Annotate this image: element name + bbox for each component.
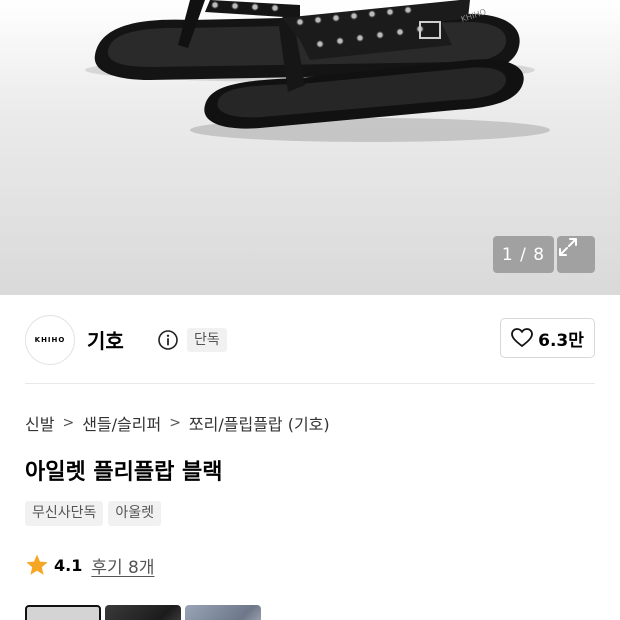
product-tag: 무신사단독	[25, 501, 104, 526]
breadcrumb-item[interactable]: 신발	[25, 411, 54, 435]
product-title: 아일렛 플리플랍 블랙	[25, 460, 223, 485]
breadcrumb-item[interactable]: 샌들/슬리퍼	[82, 411, 161, 435]
exclusive-badge: 단독	[187, 328, 227, 352]
thumbnail-2[interactable]	[105, 605, 181, 620]
breadcrumb-item[interactable]: 쪼리/플립플랍 (기호)	[189, 411, 330, 435]
divider	[25, 383, 595, 384]
brand-row: KHIHO 기호 단독 6.3만	[25, 315, 595, 365]
expand-button[interactable]	[557, 236, 595, 273]
breadcrumb: 신발 > 샌들/슬리퍼 > 쪼리/플립플랍 (기호)	[25, 411, 330, 435]
chevron-right-icon: >	[62, 415, 75, 431]
star-icon	[26, 554, 48, 575]
image-counter: 1 / 8	[493, 236, 554, 273]
heart-outline-icon	[511, 328, 534, 347]
product-page: KHIHO 1 / 8 KHIHO 기호 단독 6.3만 신발 > 샌들/슬리퍼…	[0, 0, 620, 620]
product-image-gallery[interactable]: KHIHO 1 / 8	[0, 0, 620, 295]
expand-icon	[559, 238, 577, 256]
brand-logo[interactable]: KHIHO	[25, 315, 75, 365]
brand-logo-text: KHIHO	[34, 336, 66, 344]
rating-row: 4.1 후기 8개	[25, 552, 154, 578]
like-count: 6.3만	[538, 330, 584, 351]
thumbnail-1[interactable]	[25, 605, 101, 620]
product-tag: 아울렛	[108, 501, 162, 526]
rating-value: 4.1	[54, 555, 83, 575]
thumbnail-3[interactable]	[185, 605, 261, 620]
review-count-link[interactable]: 후기 8개	[91, 553, 154, 578]
product-tags: 무신사단독 아울렛	[25, 501, 162, 526]
thumbnail-strip	[25, 605, 261, 620]
info-icon[interactable]	[157, 329, 179, 351]
like-button[interactable]: 6.3만	[500, 318, 595, 358]
brand-name[interactable]: 기호	[87, 325, 124, 354]
chevron-right-icon: >	[169, 415, 181, 431]
